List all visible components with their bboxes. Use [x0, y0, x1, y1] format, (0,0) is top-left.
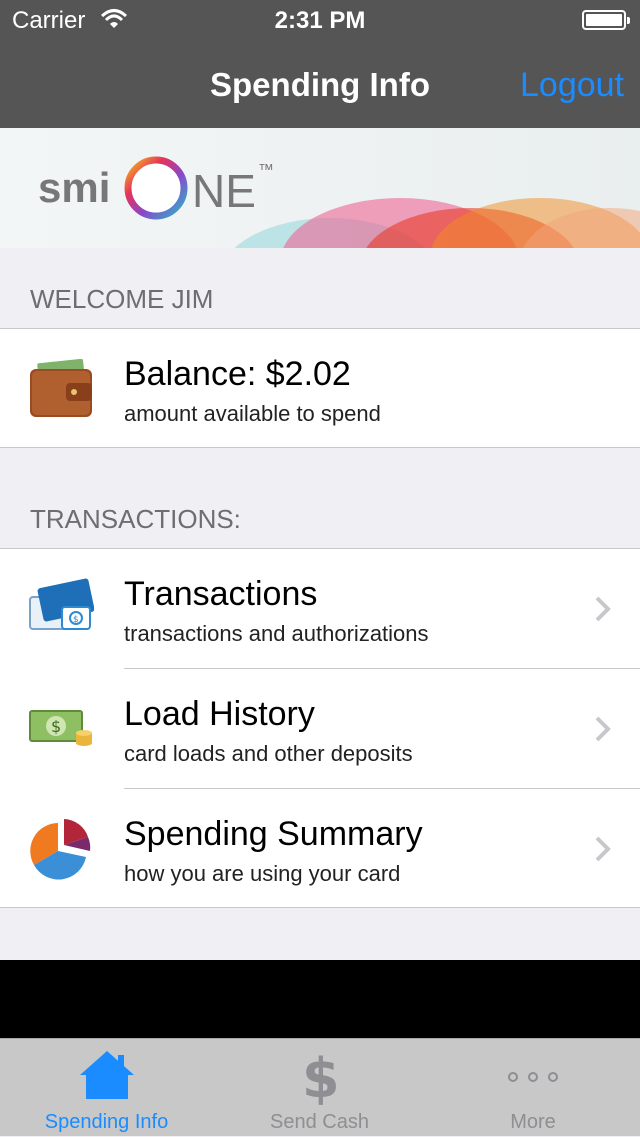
- status-bar: Carrier 2:31 PM: [0, 0, 640, 40]
- credit-card-icon: $: [29, 578, 94, 630]
- brand-banner: smi NE ™: [0, 128, 640, 248]
- tab-label: More: [510, 1111, 556, 1133]
- tab-label: Send Cash: [270, 1111, 369, 1133]
- transactions-header: TRANSACTIONS:: [30, 504, 241, 534]
- welcome-header: WELCOME JIM: [30, 284, 214, 314]
- logo-trademark: ™: [258, 162, 274, 179]
- spending-summary-row[interactable]: Spending Summary how you are using your …: [0, 789, 640, 909]
- money-icon: $: [29, 710, 92, 746]
- dollar-icon: $: [302, 1049, 340, 1105]
- svg-text:$: $: [51, 717, 61, 736]
- tab-spending-info[interactable]: Spending Info: [0, 1039, 213, 1137]
- balance-subtitle: amount available to spend: [124, 401, 381, 426]
- spending-summary-subtitle: how you are using your card: [124, 861, 401, 886]
- load-history-row[interactable]: $ Load History card loads and other depo…: [0, 669, 640, 789]
- balance-title: Balance: $2.02: [124, 355, 351, 393]
- navigation-bar: Spending Info Logout: [0, 40, 640, 128]
- transactions-title: Transactions: [124, 575, 318, 613]
- tab-label: Spending Info: [44, 1111, 169, 1133]
- chevron-right-icon: [595, 836, 611, 862]
- tab-more[interactable]: More: [426, 1039, 640, 1137]
- load-history-subtitle: card loads and other deposits: [124, 741, 413, 766]
- chevron-right-icon: [595, 596, 611, 622]
- load-history-title: Load History: [124, 695, 315, 733]
- clock: 2:31 PM: [274, 7, 366, 34]
- more-icon: [508, 1072, 558, 1082]
- svg-text:$: $: [73, 615, 79, 625]
- balance-card: Balance: $2.02 amount available to spend: [0, 328, 640, 448]
- home-icon: [79, 1051, 134, 1099]
- pie-chart-icon: [30, 819, 91, 880]
- svg-text:$: $: [302, 1049, 340, 1105]
- logo-text-right: NE: [192, 165, 256, 217]
- ad-placeholder: [0, 960, 640, 1038]
- transactions-row[interactable]: $ Transactions transactions and authoriz…: [0, 549, 640, 669]
- tab-bar: Spending Info $ Send Cash More: [0, 1038, 640, 1136]
- logout-button[interactable]: Logout: [520, 66, 624, 105]
- transactions-card: $ Transactions transactions and authoriz…: [0, 548, 640, 908]
- chevron-right-icon: [595, 716, 611, 742]
- spending-summary-title: Spending Summary: [124, 815, 423, 853]
- tab-send-cash[interactable]: $ Send Cash: [213, 1039, 426, 1137]
- battery-icon: [582, 10, 630, 30]
- balance-row: Balance: $2.02 amount available to spend: [0, 329, 640, 449]
- logo-text-left: smi: [38, 164, 111, 211]
- transactions-subtitle: transactions and authorizations: [124, 621, 429, 646]
- wallet-icon: [30, 359, 92, 417]
